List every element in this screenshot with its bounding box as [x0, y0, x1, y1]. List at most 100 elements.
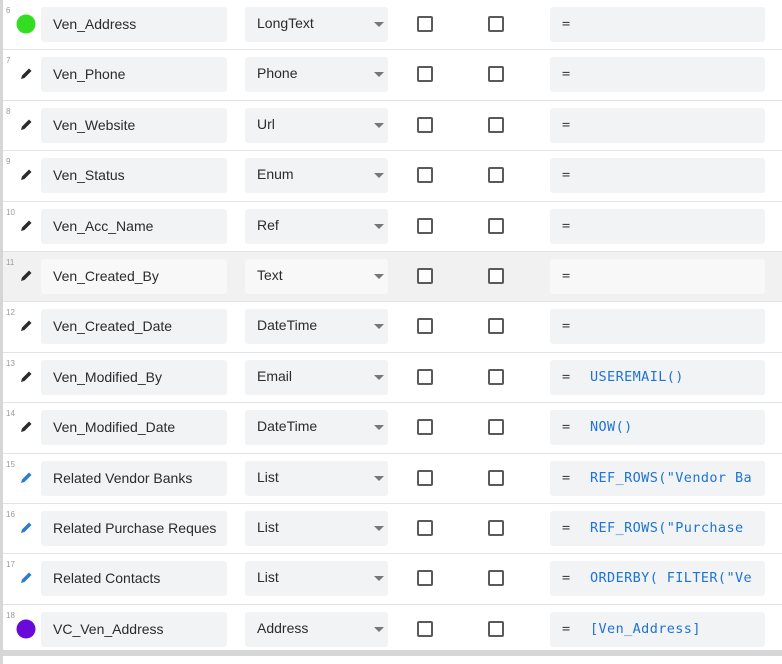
formula-field[interactable]: = — [550, 258, 765, 294]
column-name-field[interactable]: VC_Ven_Address — [41, 611, 227, 647]
dropdown-caret-icon — [374, 425, 384, 431]
formula-field[interactable]: = ORDERBY( FILTER("Ve — [550, 561, 765, 597]
label-checkbox[interactable] — [488, 368, 504, 385]
column-type-select[interactable]: Enum — [245, 158, 388, 194]
pencil-icon[interactable] — [16, 316, 36, 336]
column-name-field[interactable]: Related Contacts — [41, 561, 227, 597]
column-name-field[interactable]: Ven_Modified_Date — [41, 410, 227, 446]
column-name-field[interactable]: Ven_Modified_By — [41, 359, 227, 395]
column-name-field[interactable]: Ven_Status — [41, 158, 227, 194]
table-row[interactable]: 13 Ven_Modified_By Email = USEREMAIL() — [3, 352, 782, 404]
dropdown-caret-icon — [374, 22, 384, 27]
column-type-value: Text — [257, 266, 283, 283]
key-checkbox[interactable] — [417, 16, 433, 32]
column-name-field[interactable]: Related Vendor Banks — [41, 460, 227, 496]
column-type-select[interactable]: List — [245, 561, 388, 597]
column-name-field[interactable]: Ven_Phone — [41, 57, 227, 93]
key-checkbox[interactable] — [417, 570, 433, 587]
column-name-field[interactable]: Related Purchase Reques — [41, 510, 227, 546]
key-checkbox[interactable] — [417, 368, 433, 385]
blue-pencil-icon[interactable] — [16, 568, 36, 588]
label-checkbox[interactable] — [488, 16, 504, 32]
pencil-icon[interactable] — [16, 367, 36, 387]
table-row[interactable]: 8 Ven_Website Url = — [3, 100, 782, 152]
column-name-field[interactable]: Ven_Created_By — [41, 258, 227, 294]
green-dot-icon[interactable] — [16, 14, 36, 34]
key-checkbox[interactable] — [417, 469, 433, 486]
dropdown-caret-icon — [374, 576, 384, 582]
formula-field[interactable]: = — [550, 208, 765, 244]
formula-field[interactable]: = USEREMAIL() — [550, 359, 765, 395]
label-checkbox[interactable] — [488, 519, 504, 536]
column-name-field[interactable]: Ven_Acc_Name — [41, 208, 227, 244]
key-checkbox[interactable] — [417, 620, 433, 637]
table-row[interactable]: 16 Related Purchase Reques List = REF_ROWS("… — [3, 503, 782, 555]
formula-equals: = — [562, 116, 571, 133]
column-type-select[interactable]: List — [245, 460, 388, 496]
label-checkbox[interactable] — [488, 469, 504, 486]
table-row[interactable]: 7 Ven_Phone Phone = — [3, 50, 782, 101]
blue-pencil-icon[interactable] — [16, 468, 36, 488]
formula-field[interactable]: = REF_ROWS("Purchase — [550, 510, 765, 546]
key-checkbox[interactable] — [417, 318, 433, 335]
table-row[interactable]: 6 Ven_Address LongText = — [3, 0, 782, 51]
formula-field[interactable]: = REF_ROWS("Vendor Ba — [550, 460, 765, 496]
label-checkbox[interactable] — [488, 66, 504, 83]
horizontal-scrollbar[interactable] — [0, 650, 782, 656]
formula-field[interactable]: = — [550, 7, 765, 42]
column-type-value: DateTime — [257, 317, 318, 334]
formula-field[interactable]: = NOW() — [550, 410, 765, 446]
label-checkbox[interactable] — [488, 267, 504, 284]
dropdown-caret-icon — [374, 72, 384, 78]
label-checkbox[interactable] — [488, 217, 504, 234]
table-row[interactable]: 10 Ven_Acc_Name Ref = — [3, 201, 782, 252]
label-checkbox[interactable] — [488, 318, 504, 335]
column-type-select[interactable]: List — [245, 510, 388, 546]
column-type-select[interactable]: Url — [245, 107, 388, 143]
table-row[interactable]: 11 Ven_Created_By Text = — [3, 251, 782, 303]
pencil-icon[interactable] — [16, 266, 36, 286]
table-row[interactable]: 17 Related Contacts List = ORDERBY( FILTER("… — [3, 554, 782, 605]
table-row[interactable]: 12 Ven_Created_Date DateTime = — [3, 302, 782, 353]
label-checkbox[interactable] — [488, 419, 504, 436]
key-checkbox[interactable] — [417, 116, 433, 133]
column-type-select[interactable]: Phone — [245, 57, 388, 93]
formula-field[interactable]: = [Ven_Address] — [550, 611, 765, 647]
pencil-icon[interactable] — [16, 417, 36, 437]
blue-pencil-icon[interactable] — [16, 518, 36, 538]
column-type-select[interactable]: DateTime — [245, 410, 388, 446]
column-type-select[interactable]: Address — [245, 611, 388, 647]
key-checkbox[interactable] — [417, 217, 433, 234]
key-checkbox[interactable] — [417, 267, 433, 284]
column-type-select[interactable]: Ref — [245, 208, 388, 244]
column-name-field[interactable]: Ven_Address — [41, 7, 227, 42]
table-row[interactable]: 15 Related Vendor Banks List = REF_ROWS("Ven… — [3, 453, 782, 504]
pencil-icon[interactable] — [16, 216, 36, 236]
column-type-select[interactable]: Text — [245, 258, 388, 294]
formula-field[interactable]: = — [550, 107, 765, 143]
formula-field[interactable]: = — [550, 309, 765, 345]
table-row[interactable]: 14 Ven_Modified_Date DateTime = NOW() — [3, 403, 782, 454]
formula-field[interactable]: = — [550, 158, 765, 194]
formula-field[interactable]: = — [550, 57, 765, 93]
pencil-icon[interactable] — [16, 115, 36, 135]
key-checkbox[interactable] — [417, 419, 433, 436]
column-name-field[interactable]: Ven_Created_Date — [41, 309, 227, 345]
label-checkbox[interactable] — [488, 570, 504, 587]
column-type-select[interactable]: DateTime — [245, 309, 388, 345]
label-checkbox[interactable] — [488, 116, 504, 133]
label-checkbox[interactable] — [488, 620, 504, 637]
table-row[interactable]: 18 VC_Ven_Address Address = [Ven_Address] — [3, 604, 782, 656]
purple-dot-icon[interactable] — [16, 619, 36, 639]
label-checkbox[interactable] — [488, 167, 504, 184]
column-type-select[interactable]: LongText — [245, 7, 388, 42]
row-number: 7 — [6, 56, 11, 66]
key-checkbox[interactable] — [417, 66, 433, 83]
pencil-icon[interactable] — [16, 165, 36, 185]
column-name-field[interactable]: Ven_Website — [41, 107, 227, 143]
table-row[interactable]: 9 Ven_Status Enum = — [3, 151, 782, 202]
key-checkbox[interactable] — [417, 519, 433, 536]
key-checkbox[interactable] — [417, 167, 433, 184]
pencil-icon[interactable] — [16, 64, 36, 84]
column-type-select[interactable]: Email — [245, 359, 388, 395]
